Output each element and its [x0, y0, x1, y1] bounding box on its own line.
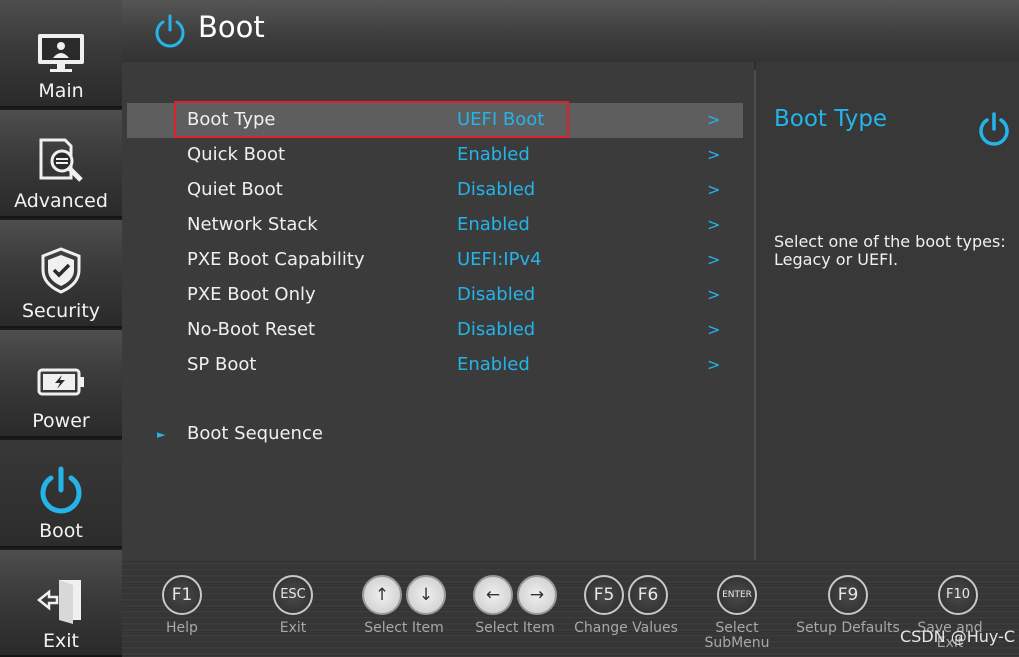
chevron-right-icon: > [707, 180, 721, 199]
sidebar-item-label: Advanced [14, 190, 108, 212]
chevron-right-icon: > [707, 215, 721, 234]
sidebar-item-power[interactable]: Power [0, 330, 122, 438]
watermark-text: CSDN @Huy-C [899, 627, 1015, 646]
page-title: Boot [198, 10, 265, 44]
key-esc-exit[interactable]: ESC Exit [271, 575, 315, 655]
monitor-icon [38, 34, 84, 72]
chevron-right-icon: > [707, 110, 721, 129]
setting-row-sp-boot[interactable]: SP Boot Enabled > [127, 348, 743, 383]
key-label: Select SubMenu [704, 620, 770, 651]
sidebar-item-exit[interactable]: Exit [0, 550, 122, 657]
setting-name: Boot Type [187, 109, 276, 130]
help-title: Boot Type [774, 106, 888, 132]
setting-value[interactable]: Enabled [457, 144, 530, 165]
setting-name: Quick Boot [187, 144, 286, 165]
sidebar-item-main[interactable]: Main [0, 0, 122, 108]
power-icon [155, 14, 185, 48]
divider [754, 70, 756, 560]
setting-row-network-stack[interactable]: Network Stack Enabled > [127, 208, 743, 243]
key-label: Change Values [574, 620, 678, 636]
setting-row-pxe-boot-only[interactable]: PXE Boot Only Disabled > [127, 278, 743, 313]
chevron-right-icon: > [707, 285, 721, 304]
f10-key-icon: F10 [938, 575, 978, 615]
help-description: Select one of the boot types: Legacy or … [774, 232, 1006, 269]
f9-key-icon: F9 [828, 575, 868, 615]
key-enter-submenu[interactable]: ENTER Select SubMenu [704, 575, 770, 655]
sidebar-item-label: Boot [39, 520, 83, 542]
sidebar: Main Advanced Security Power Boot Exit [0, 0, 122, 657]
footer-keybar: F1 Help ESC Exit ↑ ↓ Select Item ← → Selec… [122, 560, 1019, 657]
battery-icon [37, 368, 84, 396]
setting-row-boot-type[interactable]: Boot Type UEFI Boot > [127, 103, 743, 138]
sidebar-item-label: Exit [43, 630, 79, 652]
sidebar-item-label: Main [38, 80, 84, 102]
setting-name: PXE Boot Capability [187, 249, 365, 270]
header: Boot [122, 0, 1019, 62]
setting-row-quick-boot[interactable]: Quick Boot Enabled > [127, 138, 743, 173]
chevron-right-icon: > [707, 145, 721, 164]
f5-key-icon: F5 [584, 575, 624, 615]
sidebar-item-boot[interactable]: Boot [0, 440, 122, 548]
setting-value[interactable]: UEFI Boot [457, 109, 544, 130]
arrow-down-icon: ↓ [406, 575, 446, 615]
f6-key-icon: F6 [628, 575, 668, 615]
power-icon [979, 112, 1009, 146]
setting-value[interactable]: Enabled [457, 214, 530, 235]
setting-name: Network Stack [187, 214, 318, 235]
chevron-right-icon: > [707, 355, 721, 374]
setting-value[interactable]: Disabled [457, 319, 535, 340]
setting-name: SP Boot [187, 354, 257, 375]
key-f9-defaults[interactable]: F9 Setup Defaults [796, 575, 900, 655]
setting-name: No-Boot Reset [187, 319, 316, 340]
exit-door-icon [36, 580, 81, 624]
submenu-boot-sequence[interactable]: ► Boot Sequence [150, 421, 450, 449]
power-icon [40, 466, 82, 514]
arrow-up-icon: ↑ [362, 575, 402, 615]
key-f5-f6-change[interactable]: F5 F6 Change Values [574, 575, 678, 655]
chevron-right-icon: > [707, 320, 721, 339]
arrow-right-icon: → [517, 575, 557, 615]
sidebar-item-security[interactable]: Security [0, 220, 122, 328]
sidebar-item-label: Security [21, 300, 101, 322]
setting-value[interactable]: UEFI:IPv4 [457, 249, 542, 270]
setting-value[interactable]: Disabled [457, 284, 535, 305]
sidebar-item-advanced[interactable]: Advanced [0, 110, 122, 218]
esc-key-icon: ESC [273, 575, 313, 615]
arrow-left-icon: ← [473, 575, 513, 615]
submenu-label: Boot Sequence [187, 423, 323, 444]
setting-row-quiet-boot[interactable]: Quiet Boot Disabled > [127, 173, 743, 208]
f1-key-icon: F1 [162, 575, 202, 615]
magnifier-icon [39, 138, 83, 182]
setting-value[interactable]: Enabled [457, 354, 530, 375]
setting-row-pxe-boot-capability[interactable]: PXE Boot Capability UEFI:IPv4 > [127, 243, 743, 278]
key-label: Setup Defaults [796, 620, 900, 636]
setting-value[interactable]: Disabled [457, 179, 535, 200]
key-f1-help[interactable]: F1 Help [160, 575, 204, 655]
key-up-down-select[interactable]: ↑ ↓ Select Item [358, 575, 450, 655]
setting-name: Quiet Boot [187, 179, 283, 200]
setting-row-no-boot-reset[interactable]: No-Boot Reset Disabled > [127, 313, 743, 348]
triangle-right-icon: ► [157, 428, 166, 441]
key-label: Help [166, 620, 198, 636]
chevron-right-icon: > [707, 250, 721, 269]
key-left-right-select[interactable]: ← → Select Item [469, 575, 561, 655]
enter-key-icon: ENTER [717, 575, 757, 615]
shield-icon [41, 247, 81, 294]
sidebar-item-label: Power [32, 410, 90, 432]
setting-name: PXE Boot Only [187, 284, 316, 305]
